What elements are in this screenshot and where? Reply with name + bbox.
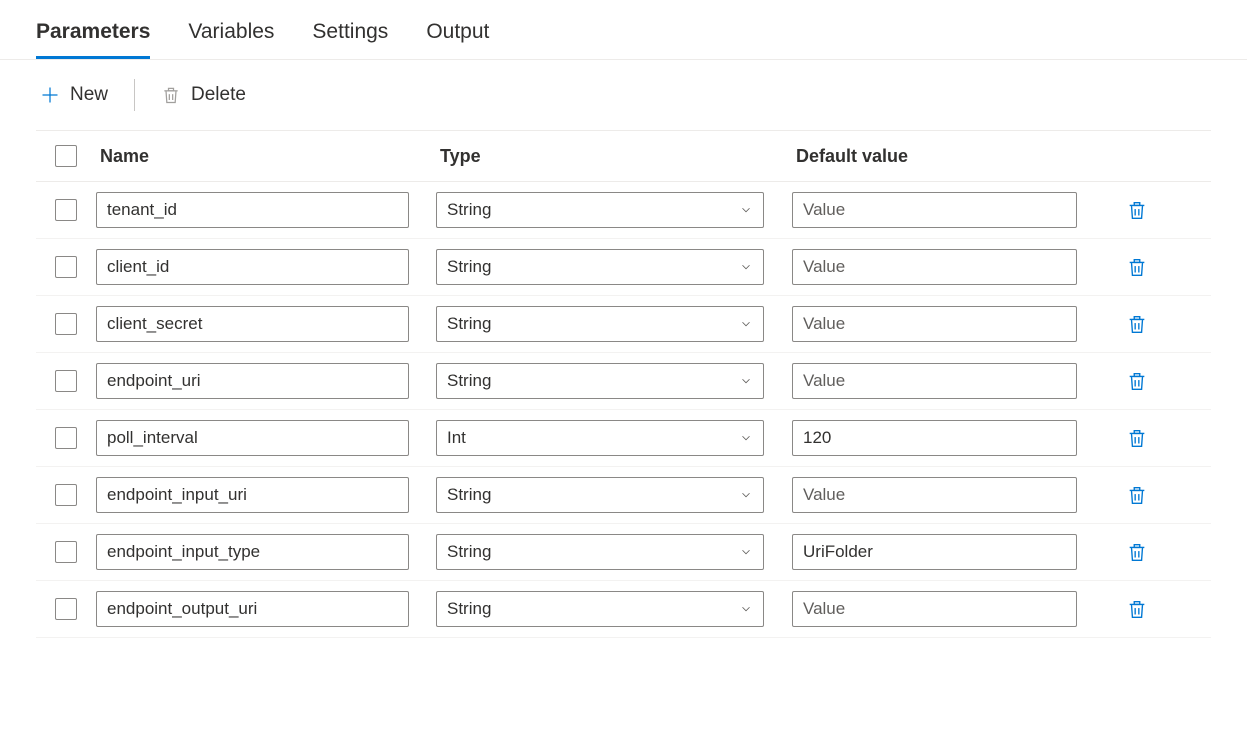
table-row: String [36,239,1211,296]
chevron-down-icon [739,602,753,616]
table-row: String [36,467,1211,524]
name-input[interactable] [96,306,409,342]
row-trash-icon[interactable] [1126,484,1148,506]
type-select-value: String [447,200,491,220]
row-checkbox[interactable] [55,199,77,221]
type-select-value: String [447,371,491,391]
row-trash-icon[interactable] [1126,427,1148,449]
type-select[interactable]: String [436,192,764,228]
row-checkbox[interactable] [55,370,77,392]
delete-button[interactable]: Delete [157,78,250,112]
type-select[interactable]: String [436,477,764,513]
plus-icon [40,85,60,105]
name-input[interactable] [96,363,409,399]
row-trash-icon[interactable] [1126,541,1148,563]
chevron-down-icon [739,317,753,331]
type-select-value: String [447,599,491,619]
default-value-input[interactable] [792,477,1077,513]
table-row: String [36,296,1211,353]
default-value-input[interactable] [792,249,1077,285]
table-row: Int [36,410,1211,467]
type-select[interactable]: String [436,534,764,570]
column-header-default-value: Default value [792,146,1102,167]
chevron-down-icon [739,545,753,559]
default-value-input[interactable] [792,192,1077,228]
select-all-checkbox[interactable] [55,145,77,167]
chevron-down-icon [739,488,753,502]
type-select[interactable]: String [436,306,764,342]
tab-parameters[interactable]: Parameters [36,20,150,59]
chevron-down-icon [739,203,753,217]
row-checkbox[interactable] [55,313,77,335]
table-header: Name Type Default value [36,130,1211,182]
type-select[interactable]: Int [436,420,764,456]
default-value-input[interactable] [792,420,1077,456]
row-trash-icon[interactable] [1126,199,1148,221]
toolbar-divider [134,79,135,111]
name-input[interactable] [96,249,409,285]
new-button-label: New [70,84,108,106]
default-value-input[interactable] [792,534,1077,570]
table-row: String [36,581,1211,638]
name-input[interactable] [96,591,409,627]
row-checkbox[interactable] [55,598,77,620]
toolbar: New Delete [0,60,1247,130]
tab-variables[interactable]: Variables [188,20,274,59]
name-input[interactable] [96,477,409,513]
tab-settings[interactable]: Settings [312,20,388,59]
tab-output[interactable]: Output [426,20,489,59]
row-checkbox[interactable] [55,256,77,278]
type-select[interactable]: String [436,591,764,627]
row-checkbox[interactable] [55,484,77,506]
type-select-value: String [447,542,491,562]
row-trash-icon[interactable] [1126,256,1148,278]
default-value-input[interactable] [792,363,1077,399]
default-value-input[interactable] [792,306,1077,342]
table-row: String [36,182,1211,239]
row-trash-icon[interactable] [1126,313,1148,335]
row-checkbox[interactable] [55,541,77,563]
type-select-value: Int [447,428,466,448]
delete-button-label: Delete [191,84,246,106]
chevron-down-icon [739,431,753,445]
row-trash-icon[interactable] [1126,598,1148,620]
chevron-down-icon [739,374,753,388]
name-input[interactable] [96,534,409,570]
tab-bar: Parameters Variables Settings Output [0,0,1247,60]
default-value-input[interactable] [792,591,1077,627]
type-select-value: String [447,485,491,505]
type-select-value: String [447,314,491,334]
table-row: String [36,524,1211,581]
name-input[interactable] [96,192,409,228]
row-trash-icon[interactable] [1126,370,1148,392]
row-checkbox[interactable] [55,427,77,449]
type-select[interactable]: String [436,249,764,285]
name-input[interactable] [96,420,409,456]
new-button[interactable]: New [36,78,112,112]
type-select[interactable]: String [436,363,764,399]
trash-icon [161,85,181,105]
chevron-down-icon [739,260,753,274]
column-header-type: Type [436,146,792,167]
column-header-name: Name [96,146,436,167]
type-select-value: String [447,257,491,277]
table-row: String [36,353,1211,410]
parameters-table: Name Type Default value String [0,130,1247,638]
